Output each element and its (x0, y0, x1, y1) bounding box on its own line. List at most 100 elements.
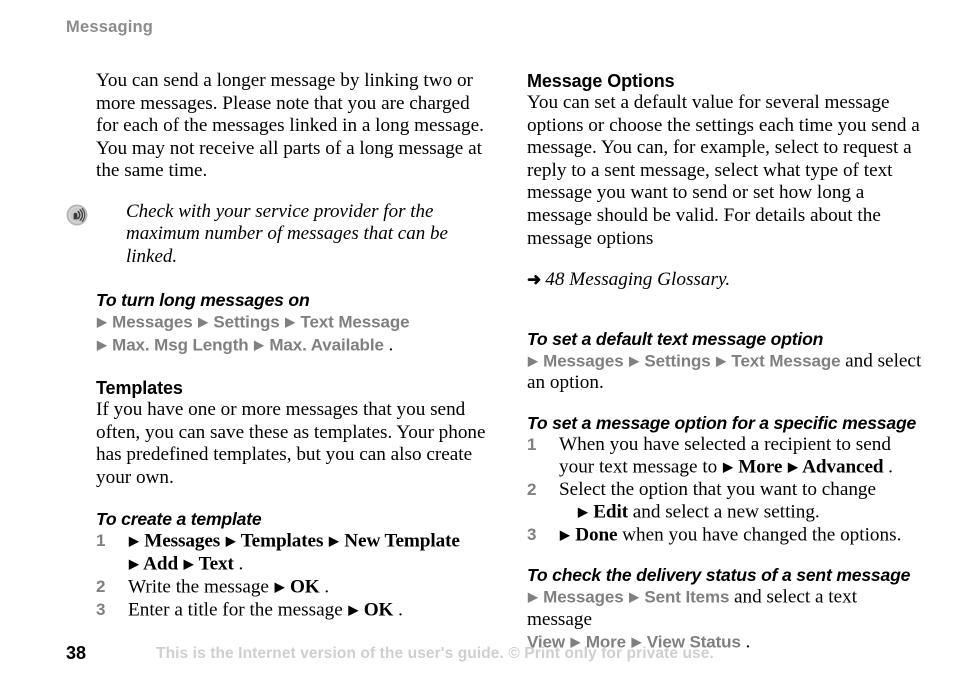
menu-item-label[interactable]: OK (364, 600, 394, 621)
menu-path-block[interactable]: ▶ Messages ▶ Settings ▶ Text Message and… (527, 350, 922, 395)
cross-reference-label: 48 Messaging Glossary. (545, 269, 731, 291)
task-set-default-text-message-option: To set a default text message option ▶ M… (527, 329, 922, 395)
message-options-paragraph: You can set a default value for several … (527, 92, 920, 249)
right-column: Message Options You can set a default va… (527, 70, 922, 654)
body-text-run: When you have selected a recipient to se… (559, 433, 891, 455)
cross-reference[interactable]: ➜ 48 Messaging Glossary. (527, 269, 922, 291)
menu-item-label[interactable]: More (738, 457, 782, 478)
task-heading: To turn long messages on (96, 290, 310, 311)
note-text: Check with your service provider for the… (126, 200, 448, 267)
step-item: 1 When you have selected a recipient to s… (527, 434, 922, 479)
steps-list: 1 When you have selected a recipient to s… (527, 434, 922, 548)
task-heading: To check the delivery status of a sent m… (527, 565, 911, 586)
step-item: 1 ▶ Messages ▶ Templates ▶ New Template ▶… (96, 530, 491, 576)
menu-path-line[interactable]: an option. (527, 372, 922, 394)
menu-item-label[interactable]: Messages (543, 351, 624, 370)
page-number: 38 (66, 643, 87, 663)
menu-item-label[interactable]: Messages (543, 588, 624, 607)
menu-arrow-icon: ▶ (578, 505, 588, 520)
step-item: 2 Write the message ▶ OK . (96, 576, 491, 599)
menu-item-label[interactable]: Text Message (300, 313, 409, 332)
menu-item-label[interactable]: OK (290, 577, 320, 598)
task-heading: To set a message option for a specific m… (527, 412, 917, 433)
step-number: 2 (527, 479, 537, 499)
step-line: Write the message ▶ OK . (128, 576, 491, 599)
step-line: your text message to ▶ More ▶ Advanced . (559, 456, 922, 479)
section-message-options: Message Options You can set a default va… (527, 70, 922, 291)
body-text-run: an option. (527, 372, 604, 394)
menu-arrow-icon: ▶ (198, 315, 208, 330)
menu-arrow-icon: ▶ (129, 557, 139, 572)
step-line: Enter a title for the message ▶ OK . (128, 599, 491, 622)
body-text-run: when you have changed the options. (622, 524, 902, 546)
menu-item-label[interactable]: Add (143, 554, 178, 575)
menu-arrow-icon: ▶ (183, 557, 194, 572)
menu-item-label[interactable]: Templates (241, 531, 324, 552)
step-number: 1 (527, 434, 537, 454)
menu-path-block[interactable]: ▶ Messages ▶ Sent Items and select a tex… (527, 586, 922, 654)
body-text-run: Select the option that you want to chang… (559, 478, 877, 500)
menu-arrow-icon: ▶ (528, 590, 538, 605)
footer-notice: This is the Internet version of the user… (156, 645, 714, 662)
task-turn-long-messages-on: To turn long messages on ▶ Messages ▶ Se… (96, 290, 491, 357)
step-line: ▶ Edit and select a new setting. (559, 501, 922, 524)
body-text-run: and select a new setting. (632, 501, 820, 523)
menu-item-label[interactable]: Advanced (802, 457, 883, 478)
menu-path-line[interactable]: ▶ Messages ▶ Sent Items and select a tex… (527, 586, 922, 631)
step-item: 2 Select the option that you want to chan… (527, 479, 922, 524)
menu-arrow-icon: ▶ (329, 534, 339, 549)
task-set-message-option-specific: To set a message option for a specific m… (527, 413, 922, 548)
section-heading: Message Options (527, 71, 675, 91)
menu-item-label[interactable]: Settings (213, 313, 279, 332)
running-header-title: Messaging (66, 18, 154, 36)
step-line: When you have selected a recipient to se… (559, 434, 922, 456)
signal-wave-icon (66, 204, 88, 226)
body-text-run: your text message to (559, 456, 723, 478)
body-text-run: . (888, 456, 893, 478)
menu-arrow-icon: ▶ (716, 353, 726, 368)
step-line: ▶ Messages ▶ Templates ▶ New Template (128, 530, 491, 553)
menu-item-label[interactable]: New Template (344, 531, 460, 552)
menu-arrow-icon: ▶ (629, 353, 639, 368)
menu-arrow-icon: ▶ (348, 603, 359, 618)
intro-paragraph: You can send a longer message by linking… (96, 70, 484, 182)
steps-list: 1 ▶ Messages ▶ Templates ▶ New Template ▶… (96, 530, 491, 622)
menu-path-line[interactable]: ▶ Messages ▶ Settings ▶ Text Message and… (527, 350, 922, 373)
menu-item-label[interactable]: Max. Msg Length (112, 336, 249, 355)
step-line: ▶ Add ▶ Text . (128, 553, 491, 576)
menu-arrow-icon: ▶ (97, 315, 107, 330)
menu-item-label[interactable]: Sent Items (644, 588, 729, 607)
task-check-delivery-status: To check the delivery status of a sent m… (527, 565, 922, 654)
section-templates: Templates If you have one or more messag… (96, 377, 491, 489)
menu-arrow-icon: ▶ (274, 580, 285, 595)
menu-item-label[interactable]: Max. Available (269, 336, 384, 355)
menu-arrow-icon: ▶ (285, 315, 295, 330)
step-number: 3 (527, 525, 537, 545)
body-text-run: . (238, 553, 244, 575)
menu-item-label[interactable]: Edit (593, 502, 628, 523)
menu-arrow-icon: ▶ (787, 460, 798, 475)
task-create-template: To create a template 1 ▶ Messages ▶ Templ… (96, 509, 491, 622)
menu-item-label[interactable]: Text (199, 554, 234, 575)
menu-arrow-icon: ▶ (97, 338, 107, 353)
step-number: 2 (96, 577, 106, 597)
body-text-run: Enter a title for the message (128, 599, 348, 621)
menu-item-label[interactable]: Text Message (731, 351, 840, 370)
menu-item-label[interactable]: Messages (144, 531, 220, 552)
menu-item-label[interactable]: Settings (644, 351, 710, 370)
task-heading: To set a default text message option (527, 328, 824, 349)
menu-item-label[interactable]: Messages (112, 313, 193, 332)
menu-arrow-icon: ▶ (723, 460, 733, 475)
menu-path-line[interactable]: ▶ Max. Msg Length ▶ Max. Available . (96, 334, 491, 357)
task-heading: To create a template (96, 509, 262, 530)
note-block: Check with your service provider for the… (66, 200, 491, 269)
body-text-run: . (398, 599, 403, 621)
step-item: 3 ▶ Done when you have changed the option… (527, 524, 922, 547)
menu-arrow-icon: ▶ (560, 528, 570, 543)
step-number: 3 (96, 600, 106, 620)
menu-path-line[interactable]: ▶ Messages ▶ Settings ▶ Text Message (96, 311, 491, 334)
cross-reference-arrow-icon: ➜ (527, 270, 542, 290)
menu-arrow-icon: ▶ (629, 590, 639, 605)
menu-item-label[interactable]: Done (575, 525, 617, 546)
body-text-run: . (745, 631, 751, 653)
